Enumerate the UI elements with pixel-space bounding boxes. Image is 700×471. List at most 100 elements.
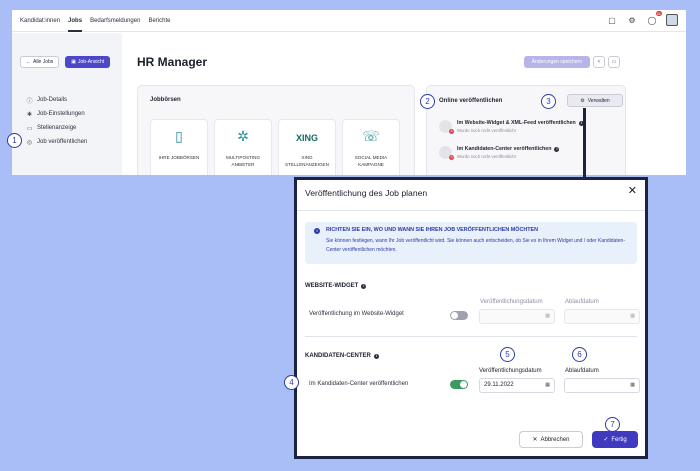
manage-button[interactable]: ⚙ Verwalten — [567, 94, 623, 107]
modal-title: Veröffentlichung des Job planen — [305, 188, 428, 198]
all-jobs-button[interactable]: ← Alle Jobs — [20, 56, 60, 68]
preview-icon[interactable]: ▭ — [608, 56, 620, 68]
arrow-left-icon: ← — [26, 59, 31, 65]
publish-schedule-modal: Veröffentlichung des Job planen ✕ i RICH… — [294, 177, 648, 459]
notification-icon[interactable]: ◯ 31 — [646, 11, 662, 26]
online-row-center: ✕ Im Kandidaten-Center veröffentlichen i … — [439, 146, 560, 160]
info-heading: RICHTEN SIE EIN, WO UND WANN SIE IHREN J… — [326, 227, 539, 233]
tile-label: XING STELLENANZEIGEN — [285, 155, 329, 167]
center-expiry-input[interactable]: ▦ — [564, 378, 640, 393]
center-date-input[interactable]: 29.11.2022 ▦ — [479, 378, 555, 393]
info-box: i RICHTEN SIE EIN, WO UND WANN SIE IHREN… — [305, 222, 637, 264]
divider — [305, 336, 637, 337]
sidebar-item-label: Job veröffentlichen — [37, 139, 88, 145]
page-title: HR Manager — [137, 55, 208, 69]
cancel-button[interactable]: ✕ Abbrechen — [519, 431, 583, 448]
step-marker-5: 5 — [500, 347, 515, 362]
sidebar-item-job-details[interactable]: ⓘ Job-Details — [26, 93, 87, 107]
social-icon: ☏ — [362, 128, 380, 144]
not-published-icon: ✕ — [449, 129, 454, 134]
widget-expiry-input[interactable]: ▦ — [564, 309, 640, 324]
info-icon: i — [314, 228, 320, 234]
widget-expiry-label: Ablaufdatum — [565, 299, 599, 305]
jobboards-title: Jobbörsen — [150, 97, 181, 103]
network-icon: ✲ — [237, 128, 249, 144]
center-publish-toggle[interactable] — [450, 380, 468, 389]
divider — [297, 210, 645, 211]
check-icon: ✓ — [603, 437, 609, 443]
calendar-icon: ▦ — [630, 382, 635, 388]
top-navigation: Kandidat:innen Jobs Bedarfsmeldungen Ber… — [12, 10, 686, 32]
gear-icon: ⚙ — [580, 97, 585, 104]
online-row-title: Im Website-Widget & XML-Feed veröffentli… — [457, 120, 576, 126]
tile-label: MULTIPOSTING ANBIETER — [225, 155, 261, 167]
info-icon[interactable]: i — [554, 146, 560, 152]
notification-badge: 31 — [655, 11, 662, 16]
sidebar-item-label: Stellenanzeige — [37, 125, 77, 131]
globe-icon: ◎ — [26, 139, 33, 146]
step-marker-3: 3 — [541, 94, 556, 109]
sidebar-item-publish[interactable]: ◎ Job veröffentlichen — [26, 135, 87, 149]
widget-section-title: WEBSITE-WIDGET i — [305, 283, 367, 289]
nav-item-requests[interactable]: Bedarfsmeldungen — [90, 10, 140, 32]
close-icon: ✕ — [532, 437, 538, 443]
sidebar-item-job-settings[interactable]: ✱ Job-Einstellungen — [26, 107, 87, 121]
chat-icon[interactable]: ▢ — [606, 14, 618, 26]
sidebar-item-label: Job-Details — [37, 97, 68, 103]
status-icon: ✕ — [439, 120, 454, 134]
save-bar: Änderungen speichern < ▭ — [523, 56, 620, 68]
nav-item-reports[interactable]: Berichte — [148, 10, 170, 32]
step-marker-1: 1 — [7, 133, 22, 148]
toggle-knob — [451, 312, 458, 319]
online-row-widget: ✕ Im Website-Widget & XML-Feed veröffent… — [439, 120, 584, 134]
cancel-label: Abbrechen — [540, 436, 570, 443]
tile-label: SOCIAL MEDIA KAMPAGNE — [354, 155, 388, 167]
center-section-title: KANDIDATEN-CENTER i — [305, 353, 379, 359]
done-label: Fertig — [611, 436, 627, 443]
step-marker-4: 4 — [284, 375, 299, 390]
share-icon[interactable]: < — [593, 56, 605, 68]
jobboards-tiles: ▯ IHRE JOBBÖRSEN ✲ MULTIPOSTING ANBIETER… — [150, 119, 400, 175]
toggle-knob — [460, 381, 467, 388]
step-marker-6: 6 — [572, 347, 587, 362]
save-changes-button[interactable]: Änderungen speichern — [523, 56, 590, 68]
tile-own-jobboards[interactable]: ▯ IHRE JOBBÖRSEN — [150, 119, 208, 175]
sidebar-buttons: ← Alle Jobs ▣ Job-Ansicht — [20, 56, 111, 68]
info-body: Sie können festlegen, wann Ihr Job veröf… — [326, 238, 625, 253]
avatar[interactable] — [666, 14, 678, 26]
online-publish-title: Online veröffentlichen — [439, 98, 503, 104]
step-marker-2: 2 — [420, 94, 435, 109]
info-icon[interactable]: i — [361, 283, 367, 289]
close-icon[interactable]: ✕ — [628, 184, 637, 197]
info-circle-icon: ⓘ — [26, 98, 33, 105]
document-icon: ▭ — [26, 125, 33, 132]
widget-date-label: Veröffentlichungsdatum — [480, 299, 543, 305]
nav-item-candidates[interactable]: Kandidat:innen — [20, 10, 60, 32]
sidebar: ← Alle Jobs ▣ Job-Ansicht ⓘ Job-Details ✱… — [12, 33, 122, 175]
calendar-icon: ▦ — [630, 313, 635, 319]
tile-xing[interactable]: XING XING STELLENANZEIGEN — [278, 119, 336, 175]
top-right-icons: ▢ ⚙ ◯ 31 — [598, 11, 678, 26]
not-published-icon: ✕ — [449, 155, 454, 160]
tile-social-media[interactable]: ☏ SOCIAL MEDIA KAMPAGNE — [342, 119, 400, 175]
info-icon[interactable]: i — [373, 353, 379, 359]
job-view-button[interactable]: ▣ Job-Ansicht — [65, 56, 111, 68]
settings-icon: ✱ — [26, 111, 33, 118]
sidebar-item-job-ad[interactable]: ▭ Stellenanzeige — [26, 121, 87, 135]
document-icon: ▯ — [175, 128, 183, 144]
tile-multiposting[interactable]: ✲ MULTIPOSTING ANBIETER — [214, 119, 272, 175]
manage-label: Verwalten — [587, 97, 610, 104]
widget-publish-toggle[interactable] — [450, 311, 468, 320]
gear-icon[interactable]: ⚙ — [626, 14, 638, 26]
step-marker-7: 7 — [605, 417, 620, 432]
widget-date-input[interactable]: ▦ — [479, 309, 555, 324]
center-expiry-label: Ablaufdatum — [565, 368, 599, 374]
sidebar-item-label: Job-Einstellungen — [37, 111, 85, 117]
jobboards-card: Jobbörsen ▯ IHRE JOBBÖRSEN ✲ MULTIPOSTIN… — [137, 85, 415, 175]
tile-label: IHRE JOBBÖRSEN — [158, 155, 200, 160]
calendar-icon: ▦ — [545, 313, 550, 319]
nav-item-jobs[interactable]: Jobs — [68, 10, 83, 32]
online-row-status: Wurde noch nicht veröffentlicht — [457, 128, 516, 133]
done-button[interactable]: ✓ Fertig — [592, 431, 638, 448]
xing-logo: XING — [295, 133, 318, 143]
